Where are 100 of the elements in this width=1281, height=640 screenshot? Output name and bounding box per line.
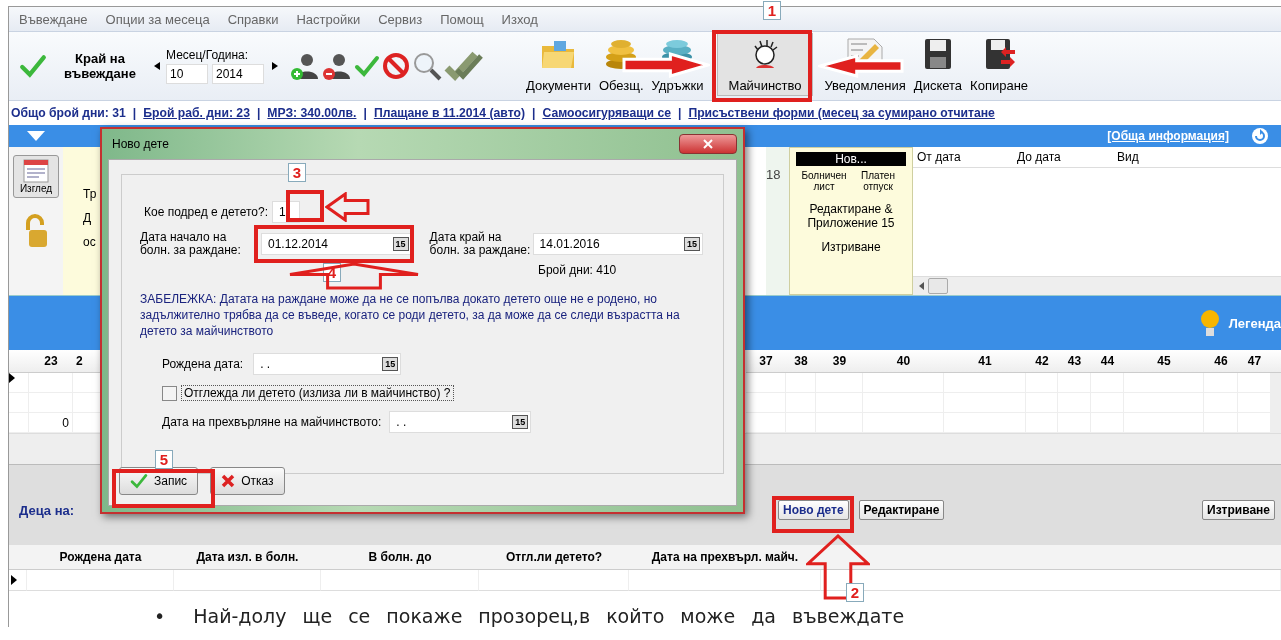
info-link[interactable]: Самоосигуряващи се [542,106,671,120]
finish-button[interactable] [19,52,47,80]
column-header: До дата [1017,150,1062,164]
separator: | [677,106,682,120]
cross-icon [221,474,236,488]
close-button[interactable] [679,134,737,154]
row-header-cell[interactable] [9,570,27,591]
action-button[interactable]: Изтриване [1202,500,1275,520]
leave-option[interactable]: Болничен лист [800,170,848,192]
note-text: ЗАБЕЛЕЖКА: Датата на раждане може да не се попълва докато детето още не е родено, но задължително трябва да се въведе, когато се роди детето, за да може да се следи възрастта на детето за майчинството [140,291,681,339]
birth-date-label: Рождена дата: [162,357,244,371]
calendar-button[interactable]: 15 [392,237,409,251]
year-field[interactable]: 2014 [212,64,264,84]
add-person-icon [290,51,320,81]
transfer-date-field[interactable]: . . 15 [389,411,532,433]
toolbar-button[interactable]: Копиране [966,33,1033,96]
calendar-button[interactable]: 15 [684,237,700,251]
view-button[interactable]: Изглед [13,155,59,198]
info-link[interactable]: Присъствени форми (месец за сумирано отчитане [688,106,995,120]
cut-text: Тр [83,187,98,201]
menu-item[interactable]: Опции за месеца [105,11,210,27]
highlight-frame [286,190,324,222]
info-link[interactable]: Плащане в 11.2014 (авто) [373,106,526,120]
double-check-icon [444,50,484,82]
cut-text: Д [83,211,93,225]
check-icon [354,53,380,79]
info-link[interactable]: МРЗ: 340.00лв. [267,106,357,120]
bullet: • [154,605,166,627]
step-number: 1 [763,1,781,20]
close-icon [703,139,713,149]
start-date-field[interactable]: 01.12.2014 15 [261,233,412,255]
row-header-cell[interactable] [9,393,29,413]
month-field[interactable]: 10 [166,64,208,84]
cancel-button[interactable]: Отказ [210,467,285,495]
menu-item[interactable]: Сервиз [378,11,423,27]
scrollbar[interactable] [1271,413,1281,433]
menu-item[interactable]: Помощ [440,11,484,27]
column-header: Вид [1117,150,1139,164]
row-pointer-icon [9,373,15,383]
menu-item[interactable]: Справки [227,11,279,27]
column-header: В болн. до [321,545,479,570]
window-icon [23,159,49,183]
light-bulb-icon [1198,309,1221,337]
check-icon [19,52,47,80]
end-date-label: Дата край на болн. за раждане: [429,231,532,257]
birth-date-field[interactable]: . . 15 [253,353,402,375]
action-button[interactable]: Редактиране [858,500,945,520]
action-button[interactable]: Ново дете [778,500,849,520]
toolbar-button[interactable]: Майчинство [717,33,813,96]
scrollbar[interactable] [913,276,1281,295]
edit-link[interactable]: Редактиране & Приложение 15 [790,202,912,230]
delete-link[interactable]: Изтриване [821,240,881,254]
column-header: От дата [916,150,962,164]
period-label: Месец/Година: [166,48,250,62]
cut-number: 18 [766,167,781,182]
transfer-date-label: Дата на прехвърляне на майчинството: [162,415,382,429]
calendar-button[interactable]: 15 [382,357,399,371]
row-pointer-icon [11,575,17,585]
right-arrow-icon [272,62,278,70]
remove-person-icon [322,51,352,81]
column-header: Дата на прехвърл. майч. [629,545,821,570]
callout-arrow [806,534,870,600]
scrollbar[interactable] [1271,373,1281,393]
scroll-left-icon [919,282,924,290]
callout-arrow [325,192,370,222]
no-entry-icon [382,52,410,80]
toolbar-button[interactable]: Дискета [909,33,967,96]
separator: | [256,106,261,120]
column-header: Отгл.ли детето? [479,545,629,570]
children-label: Деца на: [19,502,76,518]
calendar-button[interactable]: 15 [512,415,529,429]
menu-item[interactable]: Настройки [296,11,361,27]
check-icon [130,472,148,490]
collapse-triangle-icon [27,131,45,141]
leave-option[interactable]: Платен отпуск [854,170,902,192]
left-arrow-icon [154,62,160,70]
row-header-cell[interactable] [9,373,29,393]
menu-item[interactable]: Изход [501,11,538,27]
order-label: Кое подред е детето?: [144,205,268,219]
step-number: 2 [846,583,864,602]
window-title: Ново дете [112,137,169,151]
new-leave-header[interactable]: Нов... [796,152,906,166]
step-number: 5 [155,450,173,469]
padlock-icon [23,214,49,248]
menu-item[interactable]: Въвеждане [19,11,88,27]
separator: | [532,106,536,120]
caption-text: Най-долу ще се покаже прозорец,в който може да въвеждате [193,605,905,627]
scrollbar-thumb[interactable] [928,278,948,294]
column-header: Рождена дата [27,545,174,570]
separator: | [132,106,137,120]
toolbar-button[interactable]: Документи [522,33,595,96]
start-date-label: Дата начало на болн. за раждане: [140,231,242,257]
finish-label: Край на въвеждане [63,51,137,81]
info-link[interactable]: Брой раб. дни: 23 [143,106,250,120]
cut-text: ос [83,235,97,249]
step-number: 3 [288,163,306,182]
separator: | [363,106,367,120]
column-header: Дата изл. в болн. [174,545,321,570]
end-date-field[interactable]: 14.01.2016 15 [532,233,703,255]
days-count: Брой дни: 410 [538,263,617,277]
